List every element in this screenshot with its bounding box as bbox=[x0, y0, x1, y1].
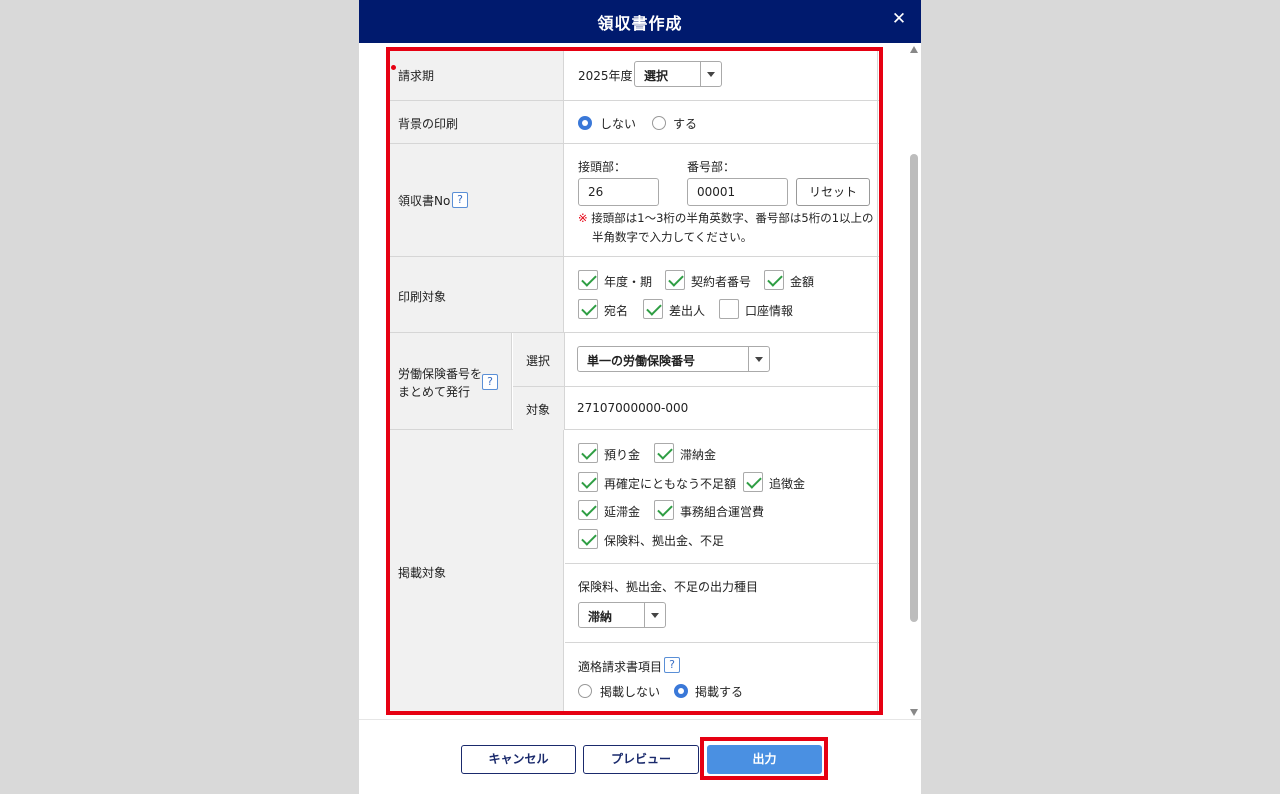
output-type-select[interactable]: 滞納 bbox=[578, 602, 666, 628]
bg-print-no-label: しない bbox=[600, 117, 637, 131]
checkbox-fiscal-period[interactable] bbox=[578, 270, 598, 290]
checkbox-label: 差出人 bbox=[669, 304, 706, 318]
scroll-up-icon[interactable] bbox=[910, 46, 918, 53]
checkbox-label: 契約者番号 bbox=[691, 275, 752, 289]
checkbox-late-fee[interactable] bbox=[578, 500, 598, 520]
chevron-down-icon bbox=[755, 357, 763, 362]
receipt-dialog: 領収書作成 ✕ 請求期 2025年度 選択 背景の印刷 しない する 領収書No… bbox=[359, 0, 921, 794]
checkbox-label: 追徴金 bbox=[769, 477, 806, 491]
print-target-label: 印刷対象 bbox=[398, 290, 447, 304]
radio-invoice-yes[interactable] bbox=[674, 684, 688, 698]
form-table: 請求期 2025年度 選択 背景の印刷 しない する 領収書No ? 接頭部： … bbox=[389, 50, 879, 712]
form-scroll-area[interactable]: 請求期 2025年度 選択 背景の印刷 しない する 領収書No ? 接頭部： … bbox=[359, 43, 921, 719]
vertical-scrollbar[interactable] bbox=[907, 43, 921, 719]
checkbox-account-info[interactable] bbox=[719, 299, 739, 319]
row-listing-target: 掲載対象 預り金 滞納金 再確定にともなう不足額 追徴金 延滞金 事務組合運営費… bbox=[390, 430, 879, 712]
checkbox-label: 延滞金 bbox=[604, 505, 641, 519]
checkbox-label: 保険料、拠出金、不足 bbox=[604, 534, 725, 548]
close-icon[interactable]: ✕ bbox=[889, 8, 909, 30]
prefix-label: 接頭部： bbox=[578, 160, 627, 174]
insurance-target-label: 対象 bbox=[526, 403, 551, 417]
help-icon[interactable]: ? bbox=[452, 192, 468, 208]
row-bg-print: 背景の印刷 しない する bbox=[390, 101, 879, 144]
required-marker bbox=[391, 65, 396, 70]
help-icon[interactable]: ? bbox=[664, 657, 680, 673]
insurance-no-select[interactable]: 単一の労働保険番号 bbox=[577, 346, 770, 372]
checkbox-label: 預り金 bbox=[604, 448, 641, 462]
listing-target-label: 掲載対象 bbox=[398, 566, 447, 580]
row-insurance-no: 労働保険番号を まとめて発行 ? 選択 単一の労働保険番号 対象 2710700… bbox=[390, 333, 879, 430]
receipt-no-note-line2: 半角数字で入力してください。 bbox=[592, 230, 753, 244]
checkbox-label: 金額 bbox=[790, 275, 815, 289]
receipt-no-note-line1: 接頭部は1～3桁の半角英数字、番号部は5桁の1以上の bbox=[591, 211, 874, 225]
receipt-no-label: 領収書No bbox=[398, 194, 451, 208]
output-type-select-value: 滞納 bbox=[588, 610, 613, 624]
checkbox-admin-fee[interactable] bbox=[654, 500, 674, 520]
scrollbar-thumb[interactable] bbox=[910, 154, 918, 622]
checkbox-deposit[interactable] bbox=[578, 443, 598, 463]
checkbox-addressee[interactable] bbox=[578, 299, 598, 319]
radio-invoice-no[interactable] bbox=[578, 684, 592, 698]
row-print-target: 印刷対象 年度・期 契約者番号 金額 宛名 差出人 口座情報 bbox=[390, 257, 879, 333]
help-icon[interactable]: ? bbox=[482, 374, 498, 390]
billing-period-label: 請求期 bbox=[398, 69, 435, 83]
insurance-label-line2: まとめて発行 bbox=[398, 385, 471, 399]
prefix-input[interactable]: 26 bbox=[578, 178, 659, 206]
invoice-no-label: 掲載しない bbox=[600, 685, 661, 699]
row-billing-period: 請求期 2025年度 選択 bbox=[390, 50, 879, 101]
checkbox-label: 宛名 bbox=[604, 304, 629, 318]
row-receipt-no: 領収書No ? 接頭部： 番号部： 26 00001 リセット ※ 接頭部は1～… bbox=[390, 144, 879, 257]
billing-year-text: 2025年度 bbox=[578, 69, 633, 83]
insurance-target-value: 27107000000-000 bbox=[577, 401, 689, 415]
radio-bg-print-yes[interactable] bbox=[652, 116, 666, 130]
output-type-label: 保険料、拠出金、不足の出力種目 bbox=[578, 580, 759, 594]
insurance-select-label: 選択 bbox=[526, 354, 551, 368]
dialog-title: 領収書作成 bbox=[597, 14, 683, 33]
checkbox-label: 再確定にともなう不足額 bbox=[604, 477, 737, 491]
cancel-button[interactable]: キャンセル bbox=[461, 745, 576, 774]
number-label: 番号部： bbox=[687, 160, 736, 174]
reset-button[interactable]: リセット bbox=[796, 178, 870, 206]
chevron-down-icon bbox=[651, 613, 659, 618]
checkbox-label: 滞納金 bbox=[680, 448, 717, 462]
checkbox-contract-no[interactable] bbox=[665, 270, 685, 290]
checkbox-sender[interactable] bbox=[643, 299, 663, 319]
radio-bg-print-no[interactable] bbox=[578, 116, 592, 130]
checkbox-label: 事務組合運営費 bbox=[680, 505, 765, 519]
checkbox-additional-levy[interactable] bbox=[743, 472, 763, 492]
checkbox-arrears[interactable] bbox=[654, 443, 674, 463]
checkbox-amount[interactable] bbox=[764, 270, 784, 290]
invoice-item-label: 適格請求書項目 bbox=[578, 660, 663, 674]
insurance-no-select-value: 単一の労働保険番号 bbox=[587, 354, 696, 368]
scroll-down-icon[interactable] bbox=[910, 709, 918, 716]
bg-print-yes-label: する bbox=[673, 117, 698, 131]
billing-period-select-value: 選択 bbox=[644, 69, 669, 83]
checkbox-label: 口座情報 bbox=[745, 304, 794, 318]
invoice-yes-label: 掲載する bbox=[695, 685, 744, 699]
preview-button[interactable]: プレビュー bbox=[583, 745, 699, 774]
number-input[interactable]: 00001 bbox=[687, 178, 788, 206]
billing-period-select[interactable]: 選択 bbox=[634, 61, 722, 87]
footer-divider bbox=[359, 719, 921, 720]
checkbox-premium-shortfall[interactable] bbox=[578, 529, 598, 549]
checkbox-label: 年度・期 bbox=[604, 275, 653, 289]
note-mark: ※ bbox=[578, 211, 588, 225]
bg-print-label: 背景の印刷 bbox=[398, 117, 459, 131]
chevron-down-icon bbox=[707, 72, 715, 77]
output-button[interactable]: 出力 bbox=[707, 745, 822, 774]
dialog-header: 領収書作成 ✕ bbox=[359, 0, 921, 43]
checkbox-reconfirm-shortfall[interactable] bbox=[578, 472, 598, 492]
insurance-label-line1: 労働保険番号を bbox=[398, 367, 483, 381]
